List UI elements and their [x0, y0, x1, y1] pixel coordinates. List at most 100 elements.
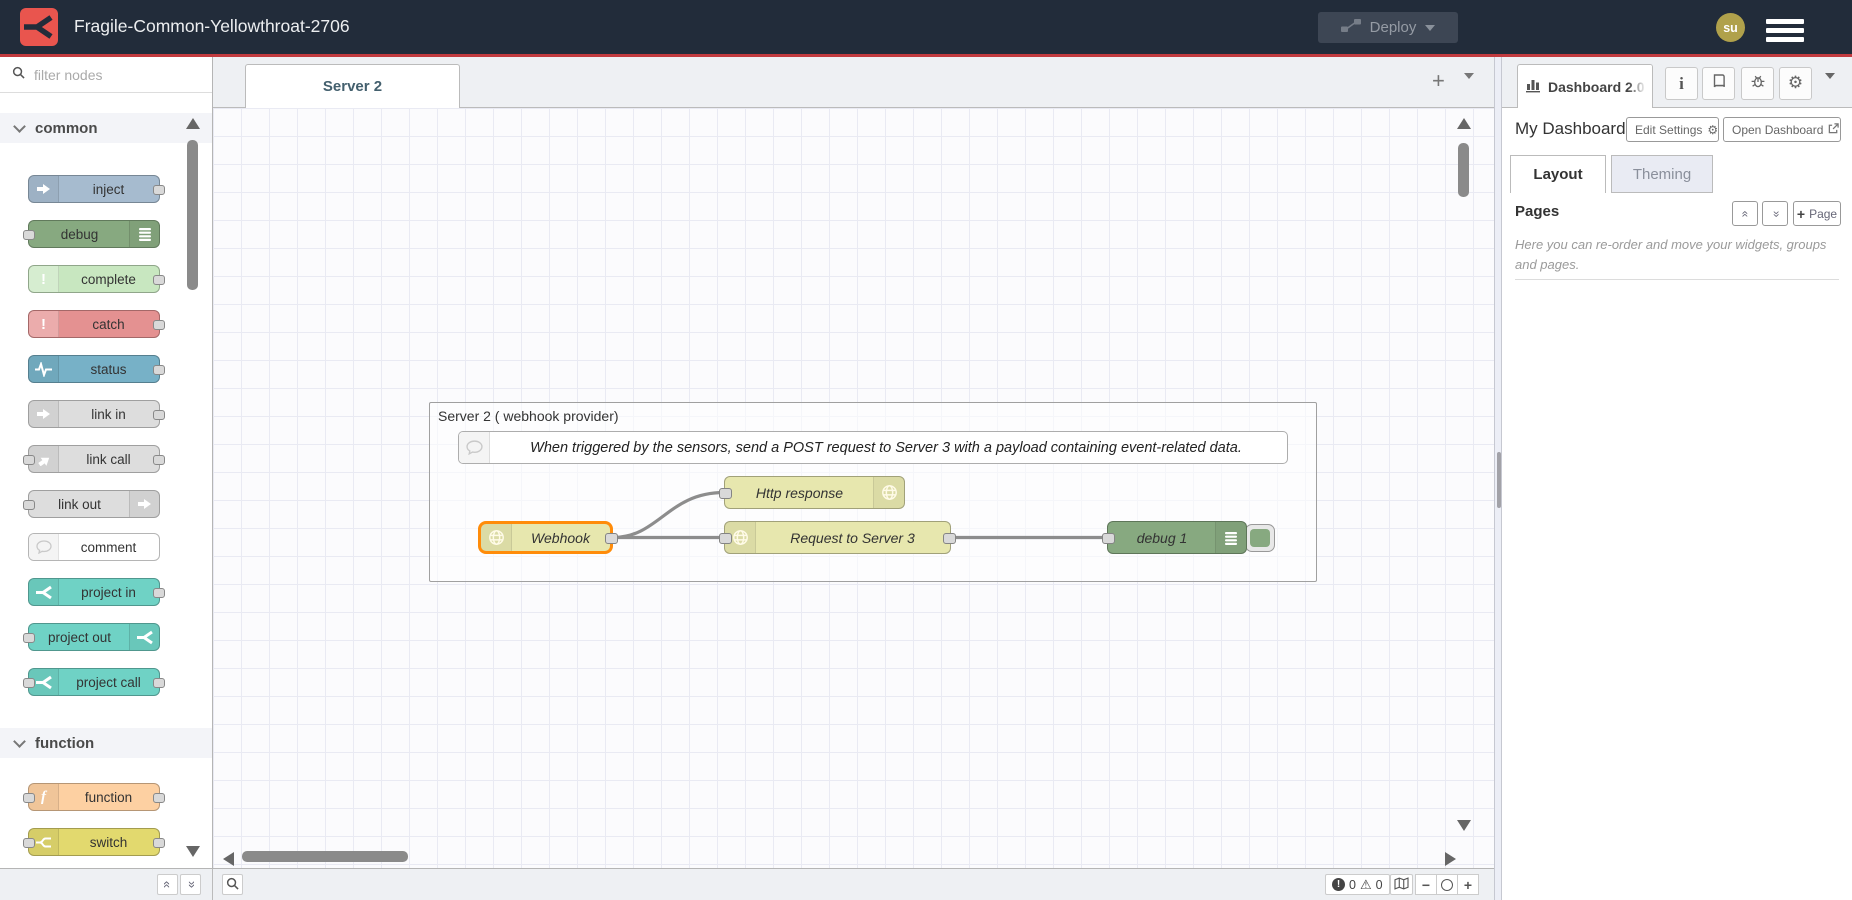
- palette-node-comment[interactable]: comment: [28, 533, 160, 561]
- node-body: project call: [29, 669, 159, 695]
- comment-node[interactable]: When triggered by the sensors, send a PO…: [458, 431, 1288, 464]
- hscrollbar-thumb[interactable]: [242, 851, 408, 862]
- add-flow-button[interactable]: +: [1432, 68, 1445, 94]
- deploy-options-caret-icon[interactable]: [1425, 25, 1435, 31]
- move-page-down-button[interactable]: «: [1762, 201, 1788, 226]
- port-out[interactable]: [153, 455, 165, 465]
- sidebar-tab-debug[interactable]: [1741, 67, 1774, 100]
- palette-node-project-in[interactable]: project in: [28, 578, 160, 606]
- palette-node-link-call[interactable]: link call: [28, 445, 160, 473]
- menu-bar-icon: [1766, 19, 1804, 24]
- port-out[interactable]: [153, 320, 165, 330]
- sidebar-tab-info[interactable]: i: [1665, 67, 1698, 100]
- notifications-badge[interactable]: ! 0 ⚠ 0: [1325, 874, 1390, 895]
- sidebar-tab-config[interactable]: ⚙: [1779, 67, 1812, 100]
- palette-node-label: link in: [58, 401, 159, 427]
- node-http-response[interactable]: Http response: [724, 476, 905, 509]
- port-out[interactable]: [605, 533, 618, 544]
- double-chevron-up-icon: «: [1738, 210, 1752, 217]
- workspace: Server 2 + Server 2 ( webhook provider): [213, 57, 1494, 868]
- vscroll-up-arrow[interactable]: [1457, 118, 1471, 129]
- port-in[interactable]: [23, 455, 35, 465]
- palette-node-inject[interactable]: inject: [28, 175, 160, 203]
- debug-enable-toggle[interactable]: [1245, 524, 1275, 552]
- port-out[interactable]: [153, 365, 165, 375]
- node-body: comment: [29, 534, 159, 560]
- palette-node-status[interactable]: status: [28, 355, 160, 383]
- node-body: debug: [29, 221, 159, 247]
- port-in[interactable]: [719, 488, 732, 499]
- port-out[interactable]: [943, 533, 956, 544]
- port-in[interactable]: [23, 678, 35, 688]
- error-count: 0: [1349, 878, 1356, 892]
- chevron-down-icon: [1825, 73, 1835, 96]
- add-page-label: Page: [1809, 207, 1837, 221]
- palette-node-link-out[interactable]: link out: [28, 490, 160, 518]
- port-out[interactable]: [153, 838, 165, 848]
- palette-node-label: inject: [58, 176, 159, 202]
- port-out[interactable]: [153, 793, 165, 803]
- hscroll-left-arrow[interactable]: [223, 852, 234, 866]
- port-out[interactable]: [153, 185, 165, 195]
- port-in[interactable]: [23, 230, 35, 240]
- hscroll-right-arrow[interactable]: [1445, 852, 1456, 866]
- palette-node-project-call[interactable]: project call: [28, 668, 160, 696]
- palette-node-function[interactable]: f function: [28, 783, 160, 811]
- palette-scrollbar-thumb[interactable]: [187, 140, 198, 290]
- port-in[interactable]: [1102, 533, 1115, 544]
- node-request-to-server3[interactable]: Request to Server 3: [724, 521, 951, 554]
- port-in[interactable]: [23, 500, 35, 510]
- palette-node-switch[interactable]: switch: [28, 828, 160, 856]
- deploy-button[interactable]: Deploy: [1318, 12, 1458, 43]
- zoom-reset-button[interactable]: [1436, 874, 1458, 895]
- port-out[interactable]: [153, 678, 165, 688]
- sidebar-tab-help[interactable]: [1702, 67, 1735, 100]
- palette-expand-categories-button[interactable]: «: [180, 874, 201, 895]
- chevron-down-icon: [13, 120, 26, 133]
- flow-tab-bar: Server 2 +: [213, 57, 1494, 108]
- port-out[interactable]: [153, 588, 165, 598]
- palette-node-link-in[interactable]: link in: [28, 400, 160, 428]
- sidebar-tab-dashboard[interactable]: Dashboard 2.0: [1517, 64, 1653, 108]
- user-avatar[interactable]: su: [1716, 13, 1745, 42]
- palette-scroll-up-arrow[interactable]: [186, 118, 200, 129]
- flow-list-button[interactable]: [1464, 79, 1474, 97]
- port-out[interactable]: [153, 275, 165, 285]
- palette-filter[interactable]: [0, 57, 212, 93]
- group-label: Server 2 ( webhook provider): [438, 408, 619, 424]
- sidebar-tab-list-button[interactable]: [1825, 79, 1835, 97]
- move-page-up-button[interactable]: «: [1732, 201, 1758, 226]
- port-out[interactable]: [153, 410, 165, 420]
- port-in[interactable]: [23, 838, 35, 848]
- palette-node-complete[interactable]: ! complete: [28, 265, 160, 293]
- palette-node-catch[interactable]: ! catch: [28, 310, 160, 338]
- add-page-button[interactable]: + Page: [1793, 201, 1841, 226]
- tab-layout[interactable]: Layout: [1510, 155, 1606, 193]
- port-in[interactable]: [23, 793, 35, 803]
- palette-scroll-down-arrow[interactable]: [186, 846, 200, 857]
- palette-node-debug[interactable]: debug: [28, 220, 160, 248]
- vscroll-down-arrow[interactable]: [1457, 820, 1471, 831]
- book-icon: [1711, 73, 1727, 94]
- node-debug1[interactable]: debug 1: [1107, 521, 1247, 554]
- node-webhook[interactable]: Webhook: [478, 521, 613, 554]
- palette-category-common[interactable]: common: [0, 113, 212, 143]
- port-in[interactable]: [23, 633, 35, 643]
- flow-tab-server2[interactable]: Server 2: [245, 64, 460, 108]
- zoom-out-button[interactable]: −: [1415, 874, 1437, 895]
- search-flows-button[interactable]: [222, 874, 243, 895]
- main-menu-button[interactable]: [1766, 15, 1804, 46]
- palette-category-function[interactable]: function: [0, 728, 212, 758]
- flow-canvas[interactable]: Server 2 ( webhook provider) When trigge…: [213, 108, 1494, 868]
- zoom-in-button[interactable]: +: [1457, 874, 1479, 895]
- vscrollbar-thumb[interactable]: [1458, 143, 1469, 197]
- open-dashboard-button[interactable]: Open Dashboard: [1723, 117, 1841, 142]
- palette-collapse-categories-button[interactable]: «: [157, 874, 178, 895]
- tab-theming[interactable]: Theming: [1611, 155, 1713, 193]
- edit-settings-button[interactable]: Edit Settings ⚙: [1626, 117, 1719, 142]
- toggle-navigator-button[interactable]: [1390, 874, 1413, 895]
- port-in[interactable]: [719, 533, 732, 544]
- palette-node-project-out[interactable]: project out: [28, 623, 160, 651]
- palette-filter-input[interactable]: [32, 66, 176, 84]
- sidebar-resize-handle[interactable]: [1494, 57, 1502, 900]
